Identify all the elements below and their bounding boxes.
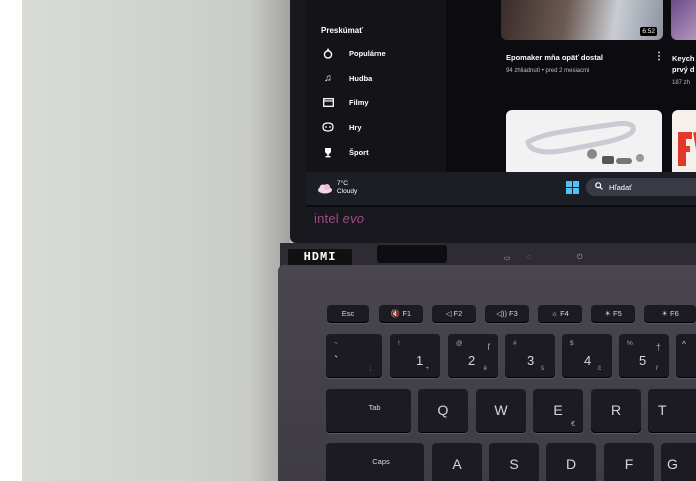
taskbar-search[interactable]: Hľadať xyxy=(586,178,696,196)
key-f1[interactable]: 🔇 F1 xyxy=(379,305,423,323)
key-4[interactable]: $ 4 č xyxy=(562,334,612,378)
sidebar-item-label: Šport xyxy=(349,147,369,157)
sidebar-item-games[interactable]: Hry xyxy=(321,119,362,135)
youtube-sidebar: Preskúmať Populárne ♫ Hudba Filmy Hry Šp… xyxy=(306,0,446,172)
hdmi-logo-text: HDMI xyxy=(303,250,337,264)
more-options-icon[interactable]: ⋮ xyxy=(654,51,664,62)
key-a[interactable]: A xyxy=(432,443,482,481)
sidebar-title: Preskúmať xyxy=(321,26,364,35)
cloud-icon xyxy=(318,184,332,194)
key-caps[interactable]: Caps xyxy=(326,443,424,481)
key-2[interactable]: @ ľ 2 ě xyxy=(448,334,498,378)
video-duration: 6:52 xyxy=(640,27,657,36)
intel-evo-logo: intel evo xyxy=(314,211,364,226)
power-led-icon: ⏻ xyxy=(577,254,583,261)
side-video-title-line2: prvý d xyxy=(672,65,695,74)
video-title[interactable]: Epomaker mňa opäť dostal xyxy=(506,53,603,62)
key-f5[interactable]: ☀ F5 xyxy=(591,305,635,323)
windows-start-icon[interactable] xyxy=(566,181,579,194)
key-t[interactable]: T xyxy=(648,389,696,433)
scene: Preskúmať Populárne ♫ Hudba Filmy Hry Šp… xyxy=(0,0,696,481)
key-d[interactable]: D xyxy=(546,443,596,481)
key-6-partial[interactable]: ^ xyxy=(676,334,696,378)
key-5[interactable]: % † 5 ř xyxy=(619,334,669,378)
key-s[interactable]: S xyxy=(489,443,539,481)
side-video-thumbnail[interactable] xyxy=(671,0,696,40)
key-g[interactable]: G xyxy=(661,443,696,481)
side-thumbnail-image xyxy=(678,132,696,166)
battery-led-icon: ▭ xyxy=(504,255,511,262)
side-video-meta: 187 zh xyxy=(672,80,691,86)
intel-logo-text: intel xyxy=(314,211,339,226)
key-backtick[interactable]: ~ ` ; xyxy=(326,334,382,378)
sidebar-item-label: Hudba xyxy=(349,73,373,83)
evo-logo-text: evo xyxy=(342,211,365,226)
side-thumbnail[interactable] xyxy=(672,110,696,175)
image-border xyxy=(0,0,22,481)
music-note-icon: ♫ xyxy=(324,72,332,84)
sidebar-item-popular[interactable]: Populárne xyxy=(321,45,386,61)
weather-widget[interactable]: 7°C Cloudy xyxy=(317,180,357,196)
key-e[interactable]: E € xyxy=(533,389,583,433)
weather-temperature: 7°C xyxy=(337,180,348,187)
hinge-cover xyxy=(377,245,447,263)
key-r[interactable]: R xyxy=(591,389,641,433)
video-meta: 94 zhliadnutí • pred 2 mesiacmi xyxy=(506,68,590,74)
sidebar-item-label: Hry xyxy=(349,122,362,132)
key-1[interactable]: ! 1 + xyxy=(390,334,440,378)
search-placeholder: Hľadať xyxy=(609,182,632,192)
keycap-puller-image xyxy=(525,121,644,164)
key-f3[interactable]: ◁)) F3 xyxy=(485,305,529,323)
laptop-screen: Preskúmať Populárne ♫ Hudba Filmy Hry Šp… xyxy=(306,0,696,207)
weather-description: Cloudy xyxy=(337,188,358,195)
key-f4[interactable]: ☼ F4 xyxy=(538,305,582,323)
film-icon xyxy=(321,96,335,108)
side-video-title-line1: Keych xyxy=(672,54,695,63)
fire-icon xyxy=(321,47,335,59)
trophy-icon xyxy=(321,146,335,158)
key-esc[interactable]: Esc xyxy=(327,305,369,323)
sidebar-item-label: Filmy xyxy=(349,97,369,107)
search-icon xyxy=(595,182,603,192)
side-video-title[interactable]: Keych prvý d xyxy=(672,53,695,75)
key-3[interactable]: # 3 š xyxy=(505,334,555,378)
keycap-puller-thumbnail[interactable] xyxy=(506,110,662,175)
sidebar-item-movies[interactable]: Filmy xyxy=(321,94,369,110)
key-f2[interactable]: ◁ F2 xyxy=(432,305,476,323)
camera-led-icon: ◌ xyxy=(527,254,532,261)
hdmi-logo: HDMI xyxy=(288,249,352,265)
sidebar-item-sport[interactable]: Šport xyxy=(321,144,369,160)
key-f6[interactable]: ☀ F6 xyxy=(644,305,696,323)
sidebar-item-label: Populárne xyxy=(349,48,386,58)
key-w[interactable]: W xyxy=(476,389,526,433)
sidebar-item-music[interactable]: ♫ Hudba xyxy=(321,70,372,86)
key-tab[interactable]: Tab xyxy=(326,389,411,433)
key-q[interactable]: Q xyxy=(418,389,468,433)
key-f[interactable]: F xyxy=(604,443,654,481)
video-thumbnail[interactable]: 6:52 xyxy=(501,0,663,40)
gamepad-icon xyxy=(321,121,335,133)
